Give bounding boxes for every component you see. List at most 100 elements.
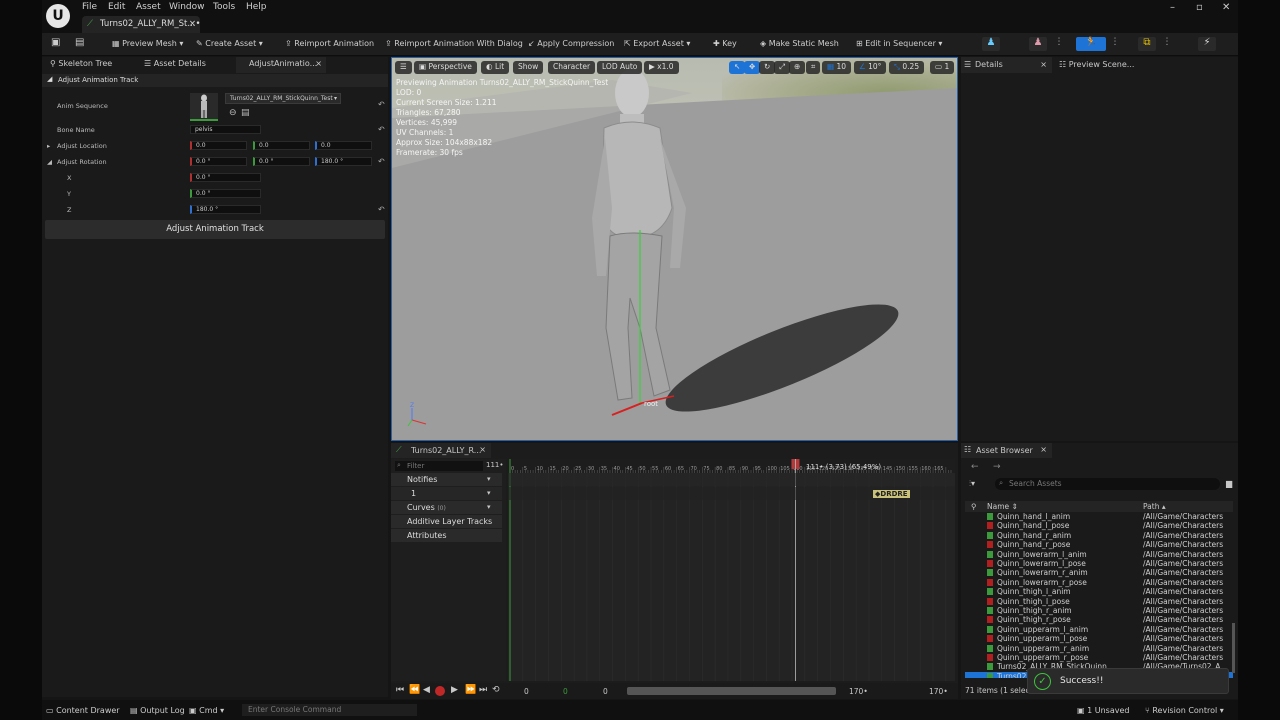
loop-icon[interactable]: ⟲	[492, 685, 500, 695]
unreal-logo-icon[interactable]: U	[46, 4, 70, 28]
surface-snap-icon[interactable]: ⌗	[806, 61, 821, 74]
name-column-header[interactable]: Name ⇕	[987, 502, 1018, 511]
location-z-field[interactable]: 0.0	[315, 141, 372, 150]
content-drawer-button[interactable]: ▭ Content Drawer	[46, 706, 120, 715]
filter-input[interactable]: ⌕ Filter	[395, 461, 483, 471]
edit-in-sequencer-button[interactable]: ⊞ Edit in Sequencer ▾	[856, 39, 942, 48]
move-icon[interactable]: ✥	[744, 61, 761, 74]
cmd-dropdown[interactable]: ▣ Cmd ▾	[189, 706, 224, 715]
list-item[interactable]: Quinn_upperarm_r_anim/All/Game/Character…	[965, 644, 1233, 653]
select-icon[interactable]: ↖	[729, 61, 746, 74]
filter-icon[interactable]: ⫶▾	[969, 479, 975, 489]
skip-start-icon[interactable]: ⏮	[396, 685, 404, 695]
close-icon[interactable]: ×	[1040, 60, 1047, 69]
tab-asset-details[interactable]: ☰ Asset Details	[144, 59, 206, 73]
show-button[interactable]: Show	[513, 61, 544, 74]
playback-speed-button[interactable]: ▶ x1.0	[644, 61, 679, 74]
chevron-down-icon[interactable]: ▾	[487, 489, 491, 497]
more-options-icon[interactable]: ⋮	[1160, 37, 1174, 51]
list-item[interactable]: Quinn_lowerarm_r_pose/All/Game/Character…	[965, 578, 1233, 587]
timeline-tab[interactable]: ⟋ Turns02_ALLY_R... ×	[391, 443, 491, 458]
chevron-down-icon[interactable]: ▾	[487, 503, 491, 511]
section-header[interactable]: ◢ Adjust Animation Track	[42, 74, 388, 87]
animation-mode-icon[interactable]: 🏃	[1076, 37, 1106, 51]
browse-icon[interactable]: ▤	[75, 37, 89, 51]
play-reverse-icon[interactable]: ◀	[423, 685, 430, 695]
physics-mode-icon[interactable]: ⚡	[1198, 37, 1216, 51]
location-x-field[interactable]: 0.0	[190, 141, 247, 150]
chevron-down-icon[interactable]: ▾	[487, 475, 491, 483]
step-forward-icon[interactable]: ⏩	[465, 685, 476, 695]
tab-details[interactable]: ☰ Details ×	[961, 57, 1052, 73]
close-icon[interactable]: ×	[189, 19, 196, 29]
track-additive[interactable]: Additive Layer Tracks	[391, 515, 502, 528]
rotation-z-input[interactable]: 180.0 °	[190, 205, 261, 214]
preview-viewport[interactable]: root Z ☰ ▣ Perspective ◐ Lit Show Charac…	[391, 57, 958, 441]
output-log-button[interactable]: ▤ Output Log	[130, 706, 185, 715]
view-range-start[interactable]: 0	[603, 687, 608, 696]
minimize-icon[interactable]: –	[1170, 2, 1175, 13]
rotation-y-input[interactable]: 0.0 °	[190, 189, 261, 198]
adjust-animation-track-button[interactable]: Adjust Animation Track	[45, 220, 385, 239]
camera-speed-button[interactable]: ▭ 1	[930, 61, 955, 74]
list-item[interactable]: Quinn_upperarm_r_pose/All/Game/Character…	[965, 653, 1233, 662]
range-start[interactable]: 0	[524, 687, 529, 696]
save-icon[interactable]: ▣	[51, 37, 65, 51]
collapse-arrow-icon[interactable]: ◢	[47, 158, 52, 166]
rotation-x-input[interactable]: 0.0 °	[190, 173, 261, 182]
search-assets-input[interactable]: ⌕ Search Assets	[995, 478, 1220, 490]
lod-button[interactable]: LOD Auto	[597, 61, 643, 74]
close-window-icon[interactable]: ✕	[1222, 2, 1230, 13]
play-range-start[interactable]: 0	[563, 687, 568, 696]
track-curves[interactable]: Curves (0) ▾	[391, 501, 502, 514]
more-options-icon[interactable]: ⋮	[1108, 37, 1122, 51]
perspective-button[interactable]: ▣ Perspective	[414, 61, 477, 74]
path-column-header[interactable]: Path ▴	[1143, 502, 1166, 511]
close-icon[interactable]: ×	[315, 59, 322, 68]
menu-asset[interactable]: Asset	[136, 2, 161, 12]
world-icon[interactable]: ⊕	[789, 61, 806, 74]
list-item[interactable]: Quinn_upperarm_l_pose/All/Game/Character…	[965, 634, 1233, 643]
list-item[interactable]: Quinn_hand_r_anim/All/Game/Characters	[965, 531, 1233, 540]
skip-end-icon[interactable]: ⏭	[479, 685, 487, 695]
more-options-icon[interactable]: ⋮	[1052, 37, 1066, 51]
track-attributes[interactable]: Attributes	[391, 529, 502, 542]
browse-asset-icon[interactable]: ▤	[241, 108, 250, 118]
mesh-mode-icon[interactable]: ♟	[1029, 37, 1047, 51]
close-icon[interactable]: ×	[1040, 445, 1047, 454]
frame-field[interactable]: 111•	[486, 461, 504, 469]
menu-tools[interactable]: Tools	[213, 2, 235, 12]
menu-file[interactable]: File	[82, 2, 97, 12]
unsaved-button[interactable]: ▣ 1 Unsaved	[1077, 706, 1129, 715]
asset-browser-tab[interactable]: ☷ Asset Browser ×	[961, 443, 1052, 458]
reset-icon[interactable]: ↶	[378, 125, 385, 134]
key-button[interactable]: ✚ Key	[713, 39, 737, 48]
track-notify-1[interactable]: 1 ▾	[391, 487, 502, 500]
record-icon[interactable]	[435, 686, 445, 696]
reimport-button[interactable]: ⇪ Reimport Animation	[285, 39, 374, 48]
tab-skeleton-tree[interactable]: ⚲ Skeleton Tree	[50, 59, 112, 73]
column-options-icon[interactable]: ⚲	[971, 502, 977, 511]
bone-name-field[interactable]: pelvis	[190, 125, 261, 134]
menu-edit[interactable]: Edit	[108, 2, 125, 12]
lit-button[interactable]: ◐ Lit	[481, 61, 510, 74]
scale-snap-button[interactable]: ⤡ 0.25	[889, 61, 925, 74]
track-notifies[interactable]: Notifies ▾	[391, 473, 502, 486]
revision-control-button[interactable]: ⑂ Revision Control ▾	[1145, 706, 1224, 715]
console-input[interactable]: Enter Console Command	[242, 704, 417, 716]
expand-arrow-icon[interactable]: ▸	[47, 142, 50, 150]
menu-help[interactable]: Help	[246, 2, 267, 12]
rotation-y-field[interactable]: 0.0 °	[253, 157, 310, 166]
document-tab[interactable]: ⟋ Turns02_ALLY_RM_St...• ×	[82, 16, 200, 33]
create-asset-button[interactable]: ✎ Create Asset ▾	[196, 39, 263, 48]
list-item[interactable]: Quinn_lowerarm_l_pose/All/Game/Character…	[965, 559, 1233, 568]
preview-mesh-button[interactable]: ▦ Preview Mesh ▾	[112, 39, 183, 48]
list-item[interactable]: Quinn_lowerarm_r_anim/All/Game/Character…	[965, 568, 1233, 577]
menu-window[interactable]: Window	[169, 2, 205, 12]
list-item[interactable]: Quinn_thigh_r_pose/All/Game/Characters	[965, 615, 1233, 624]
list-item[interactable]: Quinn_lowerarm_l_anim/All/Game/Character…	[965, 550, 1233, 559]
anim-sequence-dropdown[interactable]: Turns02_ALLY_RM_StickQuinn_Test ▾	[225, 93, 341, 104]
rotation-z-field[interactable]: 180.0 °	[315, 157, 372, 166]
list-item[interactable]: Quinn_hand_l_anim/All/Game/Characters	[965, 512, 1233, 521]
angle-snap-button[interactable]: ∠ 10°	[854, 61, 887, 74]
